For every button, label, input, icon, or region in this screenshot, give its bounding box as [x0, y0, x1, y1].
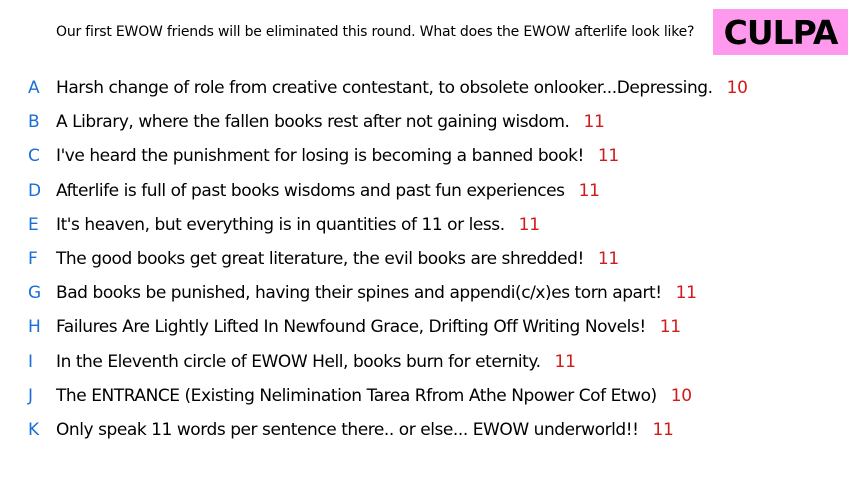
response-text: Harsh change of role from creative conte… [56, 76, 748, 100]
response-letter: D [28, 180, 42, 201]
response-word-count: 11 [597, 248, 619, 269]
response-row: E It's heaven, but everything is in quan… [0, 208, 853, 242]
response-word-count: 11 [518, 214, 540, 235]
response-row: D Afterlife is full of past books wisdom… [0, 174, 853, 208]
response-letter: I [28, 351, 34, 372]
response-row: K Only speak 11 words per sentence there… [0, 413, 853, 447]
response-text: In the Eleventh circle of EWOW Hell, boo… [56, 350, 576, 374]
response-text-body: Harsh change of role from creative conte… [56, 78, 713, 98]
response-letter: B [28, 112, 40, 133]
response-word-count: 11 [597, 146, 619, 167]
response-text-body: Failures Are Lightly Lifted In Newfound … [56, 317, 646, 338]
response-text-body: The ENTRANCE (Existing Nelimination Tare… [56, 385, 657, 406]
response-text: I've heard the punishment for losing is … [56, 144, 619, 168]
response-text: The good books get great literature, the… [56, 247, 619, 271]
response-word-count: 11 [659, 317, 681, 338]
response-letter: C [28, 146, 40, 167]
response-row: H Failures Are Lightly Lifted In Newfoun… [0, 310, 853, 344]
response-row: J The ENTRANCE (Existing Nelimination Ta… [0, 379, 853, 413]
response-row: C I've heard the punishment for losing i… [0, 139, 853, 173]
response-letter: A [28, 78, 40, 98]
response-text-body: I've heard the punishment for losing is … [56, 146, 584, 167]
response-letter: F [28, 248, 38, 269]
response-row: A Harsh change of role from creative con… [0, 71, 853, 105]
response-row: B A Library, where the fallen books rest… [0, 105, 853, 139]
response-word-count: 10 [670, 385, 692, 406]
response-letter: J [28, 385, 34, 406]
response-text: Failures Are Lightly Lifted In Newfound … [56, 315, 681, 339]
response-text-body: A Library, where the fallen books rest a… [56, 112, 570, 133]
response-text: Bad books be punished, having their spin… [56, 281, 697, 305]
response-word-count: 11 [652, 419, 674, 440]
response-letter: H [28, 317, 41, 338]
response-word-count: 10 [726, 78, 748, 98]
response-text: Afterlife is full of past books wisdoms … [56, 179, 600, 203]
response-text-body: In the Eleventh circle of EWOW Hell, boo… [56, 351, 541, 372]
culpa-badge: CULPA [713, 9, 848, 55]
response-word-count: 11 [578, 180, 600, 201]
response-text-body: It's heaven, but everything is in quanti… [56, 214, 505, 235]
response-row: F The good books get great literature, t… [0, 242, 853, 276]
response-letter: E [28, 214, 39, 235]
prompt-text: Our first EWOW friends will be eliminate… [56, 24, 695, 40]
response-letter: G [28, 283, 42, 304]
response-text: The ENTRANCE (Existing Nelimination Tare… [56, 384, 692, 408]
response-list: A Harsh change of role from creative con… [0, 71, 853, 447]
response-text: A Library, where the fallen books rest a… [56, 110, 605, 134]
response-text-body: The good books get great literature, the… [56, 248, 584, 269]
response-row: G Bad books be punished, having their sp… [0, 276, 853, 310]
response-text-body: Afterlife is full of past books wisdoms … [56, 180, 565, 201]
response-word-count: 11 [583, 112, 605, 133]
response-text-body: Only speak 11 words per sentence there..… [56, 419, 639, 440]
response-word-count: 11 [554, 351, 576, 372]
response-text-body: Bad books be punished, having their spin… [56, 283, 662, 304]
response-text: It's heaven, but everything is in quanti… [56, 213, 540, 237]
response-word-count: 11 [675, 283, 697, 304]
response-text: Only speak 11 words per sentence there..… [56, 418, 674, 442]
response-row: I In the Eleventh circle of EWOW Hell, b… [0, 345, 853, 379]
response-letter: K [28, 419, 40, 440]
